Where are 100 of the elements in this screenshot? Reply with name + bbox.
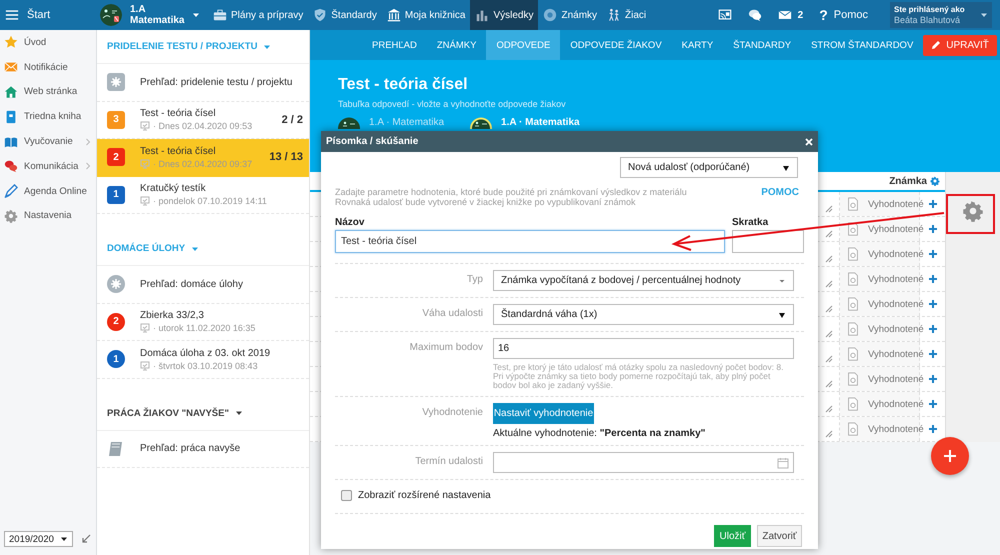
resize-icon[interactable] bbox=[824, 205, 832, 213]
dialog-title: Písomka / skúšanie bbox=[326, 136, 418, 147]
briefcase-icon bbox=[213, 8, 227, 22]
item-count: 13 / 13 bbox=[269, 151, 303, 164]
plus-icon[interactable] bbox=[928, 399, 938, 409]
evaluation-note: Aktuálne vyhodnotenie: "Percenta na znamky" bbox=[493, 428, 706, 439]
item-title: Test - teória čísel bbox=[140, 108, 217, 120]
list-item[interactable]: Prehľad: práca navyše bbox=[97, 430, 309, 468]
list-item[interactable]: 1 Kratučký testík · pondelok 07.10.2019 14:11 bbox=[97, 176, 309, 214]
resize-icon[interactable] bbox=[824, 280, 832, 288]
resize-icon[interactable] bbox=[824, 355, 832, 363]
item-title: Prehľad: domáce úlohy bbox=[140, 278, 244, 290]
date-field[interactable] bbox=[493, 452, 794, 473]
sidebar-item[interactable]: Komunikácia bbox=[0, 154, 96, 179]
status-text: Vyhodnotené bbox=[868, 274, 924, 284]
settings-icon[interactable] bbox=[930, 176, 940, 186]
section-header[interactable]: PRÁCA ŽIAKOV "NAVYŠE" bbox=[97, 396, 309, 430]
close-button[interactable]: Zatvoriť bbox=[757, 525, 802, 547]
nav-tab[interactable]: Moja knižnica bbox=[382, 0, 470, 30]
list-item[interactable]: Prehľad: pridelenie testu / projektu bbox=[97, 64, 309, 102]
help-button[interactable]: ? Pomoc bbox=[811, 0, 876, 30]
monitor-icon bbox=[140, 158, 150, 169]
edit-button[interactable]: UPRAVIŤ bbox=[923, 34, 997, 56]
plus-icon[interactable] bbox=[928, 274, 938, 284]
sidebar-item[interactable]: Notifikácie bbox=[0, 54, 96, 80]
resize-icon[interactable] bbox=[824, 255, 832, 263]
mail-button[interactable]: 2 bbox=[770, 0, 812, 30]
plus-icon[interactable] bbox=[928, 349, 938, 359]
status-text: Vyhodnotené bbox=[868, 298, 924, 310]
collapse-icon[interactable] bbox=[81, 534, 91, 544]
resize-icon[interactable] bbox=[824, 305, 832, 313]
points-field[interactable]: 16 bbox=[493, 338, 794, 359]
nav-tab[interactable]: Plány a prípravy bbox=[208, 0, 308, 30]
list-item[interactable]: Prehľad: domáce úlohy bbox=[97, 266, 309, 304]
year-select[interactable]: 2019/2020 bbox=[4, 531, 73, 547]
resize-icon[interactable] bbox=[824, 380, 832, 388]
name-field[interactable]: Test - teória čísel bbox=[335, 230, 725, 253]
plus-icon[interactable] bbox=[928, 324, 938, 334]
item-date: · utorok 11.02.2020 16:35 bbox=[153, 323, 256, 334]
document-icon bbox=[846, 247, 860, 261]
weight-select[interactable]: Štandardná váha (1x) bbox=[493, 304, 794, 325]
abbreviation-field[interactable] bbox=[732, 230, 804, 253]
checkbox-label: Zobraziť rozšírené nastavenia bbox=[358, 490, 491, 501]
type-select[interactable]: Známka vypočítaná z bodovej / percentuálnej hodnoty bbox=[493, 270, 794, 291]
list-item[interactable]: 2 Zbierka 33/2,3 · utorok 11.02.2020 16:35 bbox=[97, 304, 309, 341]
document-icon bbox=[846, 347, 860, 361]
sidebar-item[interactable]: Triedna kniha bbox=[0, 104, 96, 130]
plus-icon[interactable] bbox=[928, 224, 938, 234]
plus-icon[interactable] bbox=[928, 249, 938, 259]
house-icon bbox=[4, 84, 18, 99]
tab[interactable]: ŠTANDARDY bbox=[723, 30, 802, 60]
document-icon bbox=[846, 422, 860, 436]
page-subtitle: Tabuľka odpovedí - vložte a vyhodnoťte odpovede žiakov bbox=[338, 99, 567, 109]
nav-tab[interactable]: Výsledky bbox=[470, 0, 538, 30]
caret-icon bbox=[191, 244, 200, 252]
people-icon bbox=[607, 8, 622, 22]
plus-icon[interactable] bbox=[928, 424, 938, 434]
field-label: Váha udalosti bbox=[421, 307, 483, 321]
nav-tab[interactable]: Žiaci bbox=[602, 0, 652, 30]
monitor-icon bbox=[140, 196, 150, 206]
page-title: Test - teória čísel bbox=[338, 76, 469, 94]
class-selector[interactable]: 1.A Matematika bbox=[100, 0, 208, 30]
building-icon bbox=[386, 8, 401, 22]
plus-icon[interactable] bbox=[928, 299, 938, 309]
tab[interactable]: STROM ŠTANDARDOV bbox=[801, 30, 924, 60]
plus-icon[interactable] bbox=[928, 374, 938, 384]
evaluation-button[interactable]: Nastaviť vyhodnotenie bbox=[493, 403, 594, 424]
settings-icon[interactable] bbox=[962, 200, 984, 222]
nav-tab[interactable]: Štandardy bbox=[308, 0, 382, 30]
sidebar-item[interactable]: Nastavenia bbox=[0, 204, 96, 228]
menu-button[interactable]: Štart bbox=[0, 0, 100, 30]
sidebar-item[interactable]: Vyučovanie bbox=[0, 129, 96, 154]
mail-icon bbox=[778, 8, 792, 22]
monitor-icon bbox=[140, 121, 150, 132]
item-title: Zbierka 33/2,3 bbox=[140, 310, 205, 322]
monitor-icon bbox=[140, 360, 150, 371]
tab[interactable]: ODPOVEDE ŽIAKOV bbox=[560, 30, 672, 60]
item-title: Kratučký testík bbox=[140, 183, 207, 194]
item-date: · pondelok 07.10.2019 14:11 bbox=[153, 196, 267, 206]
column-header: Známka bbox=[889, 176, 927, 186]
plus-icon[interactable] bbox=[928, 199, 938, 209]
menu-icon bbox=[5, 8, 19, 22]
close-icon[interactable] bbox=[805, 138, 813, 146]
nav-tab[interactable]: Známky bbox=[538, 0, 602, 30]
resize-icon[interactable] bbox=[824, 405, 832, 413]
event-select[interactable]: Nová udalosť (odporúčané) bbox=[620, 157, 798, 178]
list-item[interactable]: 1 Domáca úloha z 03. okt 2019 · štvrtok 03.10.2019 08:43 bbox=[97, 341, 309, 378]
sidebar-item[interactable]: Web stránka bbox=[0, 80, 96, 104]
sidebar-item[interactable]: Agenda Online bbox=[0, 178, 96, 204]
list-item[interactable]: 2 Test - teória čísel · Dnes 02.04.2020 09:37 13 / 13 bbox=[97, 139, 309, 176]
resize-icon[interactable] bbox=[824, 230, 832, 238]
tab[interactable]: KARTY bbox=[672, 30, 724, 60]
tab[interactable]: PREHĽAD bbox=[362, 30, 427, 60]
resize-icon[interactable] bbox=[824, 430, 832, 438]
caret-icon bbox=[234, 409, 243, 417]
checkbox[interactable] bbox=[341, 490, 352, 501]
user-menu[interactable]: Ste prihlásený ako Beáta Blahutová bbox=[890, 2, 992, 28]
resize-icon[interactable] bbox=[824, 330, 832, 338]
tab[interactable]: ZNÁMKY bbox=[426, 30, 486, 60]
sidebar-item[interactable]: Úvod bbox=[0, 30, 96, 55]
